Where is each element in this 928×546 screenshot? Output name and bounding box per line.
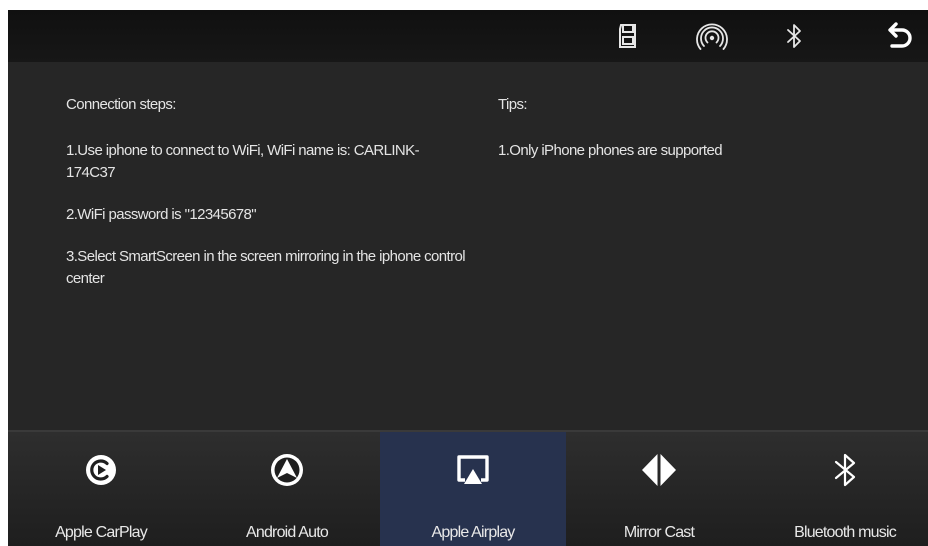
back-icon[interactable]	[884, 20, 916, 52]
nav-apple-airplay[interactable]: Apple Airplay	[380, 432, 566, 546]
nav-label: Bluetooth music	[794, 524, 897, 541]
nav-bluetooth-music[interactable]: Bluetooth music	[752, 432, 928, 546]
android-auto-icon	[267, 450, 307, 490]
tips: Tips: 1.Only iPhone phones are supported	[498, 94, 898, 182]
nav-mirror-cast[interactable]: Mirror Cast	[566, 432, 752, 546]
step-2: 2.WiFi password is "12345678"	[66, 206, 257, 223]
tip-1: 1.Only iPhone phones are supported	[498, 142, 723, 159]
screen: Connection steps: 1.Use iphone to connec…	[8, 10, 928, 546]
nav-label: Android Auto	[245, 524, 329, 541]
bluetooth-music-icon	[825, 450, 865, 490]
bottom-nav: Apple CarPlay Android Auto Apple Airplay	[8, 430, 928, 546]
bluetooth-icon[interactable]	[778, 20, 810, 52]
top-bar	[8, 10, 928, 62]
nav-label: Mirror Cast	[623, 524, 695, 541]
nav-android-auto[interactable]: Android Auto	[194, 432, 380, 546]
carplay-icon	[81, 450, 121, 490]
nav-label: Apple Airplay	[431, 524, 516, 541]
airplay-icon	[453, 450, 493, 490]
step-1: 1.Use iphone to connect to WiFi, WiFi na…	[66, 142, 420, 181]
sd-card-icon[interactable]	[612, 20, 644, 52]
signal-icon[interactable]	[696, 20, 728, 52]
connection-info-panel: Connection steps: 1.Use iphone to connec…	[8, 62, 928, 430]
tips-heading: Tips:	[498, 96, 528, 113]
step-3: 3.Select SmartScreen in the screen mirro…	[66, 248, 466, 287]
nav-apple-carplay[interactable]: Apple CarPlay	[8, 432, 194, 546]
connection-steps: Connection steps: 1.Use iphone to connec…	[66, 94, 476, 310]
nav-label: Apple CarPlay	[55, 524, 148, 541]
mirror-cast-icon	[639, 450, 679, 490]
connection-steps-heading: Connection steps:	[66, 96, 176, 113]
